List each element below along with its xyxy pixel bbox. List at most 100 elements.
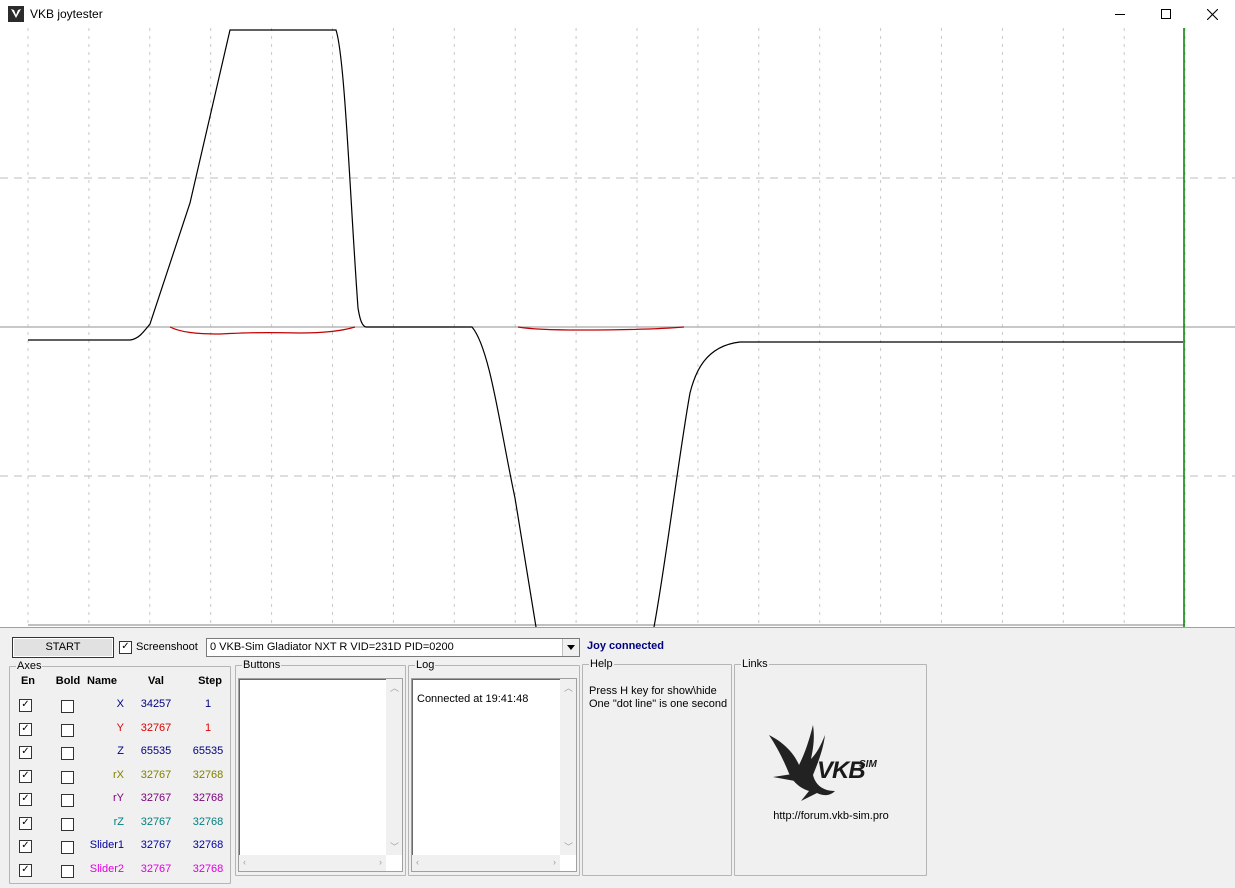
axis-enable-checkbox[interactable]: ✓ [19, 863, 32, 877]
axis-bold-checkbox[interactable] [61, 841, 74, 854]
device-select[interactable]: 0 VKB-Sim Gladiator NXT R VID=231D PID=0… [206, 638, 580, 657]
log-scrollbar-h[interactable]: ‹ › [412, 855, 560, 871]
scroll-left-icon[interactable]: ‹ [416, 857, 419, 867]
axis-enable-checkbox[interactable]: ✓ [19, 816, 32, 830]
axis-name: Y [116, 721, 124, 734]
axes-group-title: Axes [16, 660, 43, 672]
scroll-down-icon[interactable]: ﹀ [564, 840, 573, 853]
axis-bold-checkbox[interactable] [61, 794, 74, 807]
minimize-button[interactable] [1097, 0, 1143, 28]
close-button[interactable] [1189, 0, 1235, 28]
axis-bold-checkbox[interactable] [61, 747, 74, 760]
log-line: Connected at 19:41:48 [417, 693, 529, 705]
trace-y [169, 326, 685, 335]
header-val: Val [148, 675, 164, 687]
axis-value: 32767 [140, 815, 172, 828]
links-group: Links VKB SIM http://forum.vkb-sim.pro [734, 658, 927, 876]
axis-step: 32768 [192, 862, 224, 875]
axis-row: ✓ rX 32767 32768 [10, 769, 230, 792]
axis-row: ✓ Slider2 32767 32768 [10, 863, 230, 886]
help-line-1: Press H key for show\hide [589, 685, 717, 697]
axis-name: Z [117, 745, 124, 757]
help-group: Help Press H key for show\hide One "dot … [582, 658, 732, 876]
scroll-right-icon[interactable]: › [553, 857, 556, 867]
axis-row: ✓ rZ 32767 32768 [10, 816, 230, 839]
buttons-list[interactable]: ︿ ﹀ ‹ › [238, 678, 403, 872]
maximize-icon [1161, 9, 1171, 19]
log-group: Log Connected at 19:41:48 ︿ ﹀ ‹ › [408, 659, 580, 876]
help-group-title: Help [589, 658, 614, 670]
axis-step: 32768 [192, 839, 224, 851]
window-title: VKB joytester [30, 7, 103, 21]
vkb-logo: VKB SIM [755, 715, 905, 805]
buttons-group: Buttons ︿ ﹀ ‹ › [235, 659, 406, 876]
axis-bold-checkbox[interactable] [61, 864, 74, 878]
scroll-down-icon[interactable]: ﹀ [390, 840, 399, 853]
log-list[interactable]: Connected at 19:41:48 ︿ ﹀ ‹ › [411, 678, 577, 872]
scroll-up-icon[interactable]: ︿ [564, 681, 573, 694]
axis-row: ✓ rY 32767 32768 [10, 792, 230, 815]
buttons-group-title: Buttons [242, 659, 282, 671]
axis-name: X [116, 698, 124, 710]
axis-row: ✓ Z 65535 65535 [10, 745, 230, 768]
axis-name: Slider2 [89, 862, 124, 875]
scroll-left-icon[interactable]: ‹ [243, 857, 246, 867]
device-select-dropdown[interactable] [562, 639, 579, 656]
axis-enable-checkbox[interactable]: ✓ [19, 699, 32, 712]
axis-bold-checkbox[interactable] [61, 700, 74, 713]
axis-value: 32767 [140, 721, 172, 734]
axis-step: 1 [204, 698, 212, 710]
axis-value: 32767 [140, 862, 172, 875]
vkb-bird-icon [8, 6, 24, 22]
screenshot-label: Screenshoot [136, 641, 198, 653]
axis-enable-checkbox[interactable]: ✓ [19, 722, 32, 736]
header-step: Step [198, 675, 222, 687]
axes-group: Axes En Bold Name Val Step ✓ X 34257 1 ✓ Y 327… [9, 660, 231, 886]
minimize-icon [1115, 14, 1125, 15]
axis-value: 32767 [140, 768, 172, 781]
chevron-down-icon [567, 645, 575, 650]
logo-text: VKB [817, 757, 866, 784]
header-name: Name [87, 675, 117, 687]
axis-name: rX [113, 768, 124, 781]
forum-link[interactable]: http://forum.vkb-sim.pro [735, 810, 927, 822]
logo-superscript: SIM [859, 759, 877, 770]
start-button[interactable]: START [12, 637, 114, 658]
axis-enable-checkbox[interactable]: ✓ [19, 746, 32, 759]
buttons-scrollbar-h[interactable]: ‹ › [239, 855, 386, 871]
axis-enable-checkbox[interactable]: ✓ [19, 840, 32, 853]
axis-step: 1 [204, 721, 212, 734]
axis-row: ✓ Y 32767 1 [10, 722, 230, 745]
axis-step: 32768 [192, 792, 224, 804]
control-panel: START ✓ Screenshoot 0 VKB-Sim Gladiator … [0, 627, 1235, 888]
scroll-up-icon[interactable]: ︿ [390, 681, 399, 694]
axis-enable-checkbox[interactable]: ✓ [19, 769, 32, 783]
axis-value: 34257 [140, 698, 172, 710]
axis-bold-checkbox[interactable] [61, 770, 74, 784]
axis-step: 32768 [192, 815, 224, 828]
buttons-scrollbar-v[interactable]: ︿ ﹀ [386, 679, 402, 855]
close-icon [1206, 8, 1218, 20]
maximize-button[interactable] [1143, 0, 1189, 28]
axis-name: rY [113, 792, 124, 804]
axes-header-row: En Bold Name Val Step [10, 675, 230, 698]
axis-value: 32767 [140, 792, 172, 804]
device-select-value: 0 VKB-Sim Gladiator NXT R VID=231D PID=0… [210, 641, 454, 653]
log-scrollbar-v[interactable]: ︿ ﹀ [560, 679, 576, 855]
log-group-title: Log [415, 659, 436, 671]
axis-name: rZ [113, 815, 124, 828]
axis-value: 65535 [140, 745, 172, 757]
title-bar: VKB joytester [0, 0, 1235, 28]
status-text: Joy connected [587, 640, 665, 652]
axis-trace-plot [0, 28, 1235, 627]
axis-row: ✓ X 34257 1 [10, 698, 230, 721]
axis-bold-checkbox[interactable] [61, 817, 74, 831]
scroll-right-icon[interactable]: › [379, 857, 382, 867]
axis-row: ✓ Slider1 32767 32768 [10, 839, 230, 862]
axis-bold-checkbox[interactable] [61, 723, 74, 737]
axis-enable-checkbox[interactable]: ✓ [19, 793, 32, 806]
axis-step: 32768 [192, 768, 224, 781]
plot-canvas [0, 28, 1235, 627]
header-en: En [20, 675, 36, 687]
screenshot-checkbox[interactable]: ✓ [119, 641, 132, 654]
